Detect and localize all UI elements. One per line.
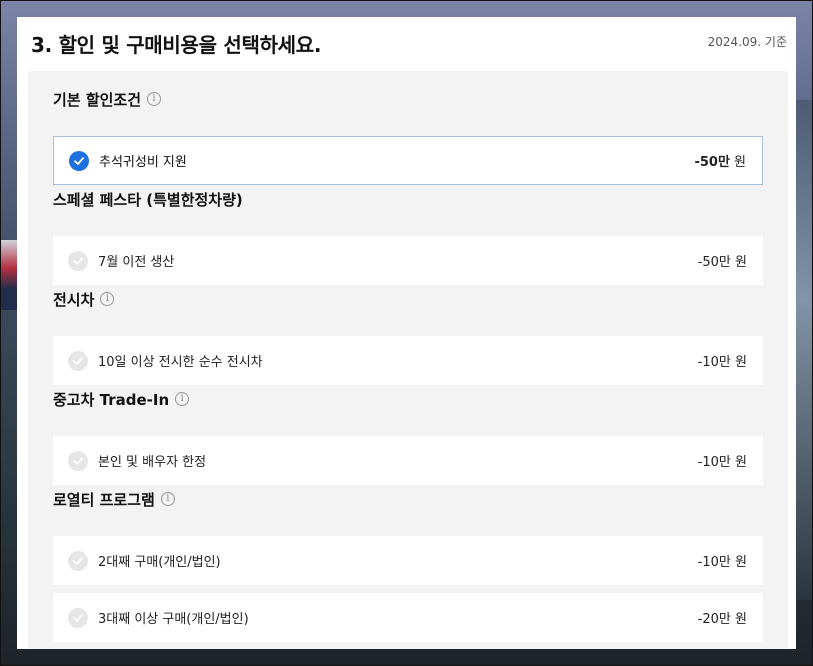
check-circle-icon [68,250,88,271]
section-title-special-festa: 스페셜 페스타 (특별한정차량) [53,187,243,211]
section-title-display-car: 전시차 i [53,287,115,311]
discount-list: 기본 할인조건 i 추석귀성비 지원 -50만 원 스페셜 페스타 (특별한정차… [28,71,788,649]
section-title-label: 중고차 Trade-In [53,390,170,409]
option-third-purchase[interactable]: 3대째 이상 구매(개인/법인) -20만 원 [53,593,763,642]
panel-header: 3. 할인 및 구매비용을 선택하세요. 2024.09. 기준 [17,17,796,71]
option-label: 2대째 구매(개인/법인) [98,555,221,570]
check-circle-icon [68,607,88,628]
option-trade-in[interactable]: 본인 및 배우자 한정 -10만 원 [53,436,763,485]
check-circle-icon [68,450,88,471]
option-label: 본인 및 배우자 한정 [98,455,207,470]
info-icon[interactable]: i [147,92,162,106]
option-amount: -50만 원 [697,255,747,270]
section-title-label: 전시차 [53,290,95,309]
option-chuseok-support[interactable]: 추석귀성비 지원 -50만 원 [53,136,763,185]
info-icon[interactable]: i [175,392,190,406]
discount-panel: 3. 할인 및 구매비용을 선택하세요. 2024.09. 기준 기본 할인조건… [17,17,796,649]
option-display-car[interactable]: 10일 이상 전시한 순수 전시차 -10만 원 [53,336,763,385]
option-pre-july-production[interactable]: 7월 이전 생산 -50만 원 [53,236,763,285]
option-label: 7월 이전 생산 [98,255,175,270]
check-circle-icon [68,550,88,571]
option-amount: -10만 원 [697,555,747,570]
option-label: 3대째 이상 구매(개인/법인) [98,612,249,627]
page-title: 3. 할인 및 구매비용을 선택하세요. [31,33,322,57]
option-second-purchase[interactable]: 2대째 구매(개인/법인) -10만 원 [53,536,763,585]
background-image-right [796,100,813,600]
info-icon[interactable]: i [100,292,115,306]
check-circle-icon [69,150,89,171]
option-amount: -20만 원 [697,612,747,627]
section-title-loyalty: 로열티 프로그램 i [53,487,175,511]
base-date: 2024.09. 기준 [707,35,787,49]
section-title-basic-discount: 기본 할인조건 i [53,87,162,111]
info-icon[interactable]: i [160,492,175,506]
check-circle-icon [68,350,88,371]
background-image-left [0,240,18,310]
option-amount: -10만 원 [697,355,747,370]
option-label: 10일 이상 전시한 순수 전시차 [98,355,263,370]
section-title-label: 기본 할인조건 [53,90,142,109]
section-title-label: 로열티 프로그램 [53,490,155,509]
option-amount: -10만 원 [697,455,747,470]
section-title-label: 스페셜 페스타 (특별한정차량) [53,190,243,209]
option-label: 추석귀성비 지원 [99,155,187,170]
section-title-trade-in: 중고차 Trade-In i [53,387,190,411]
option-amount: -50만 원 [694,155,746,170]
